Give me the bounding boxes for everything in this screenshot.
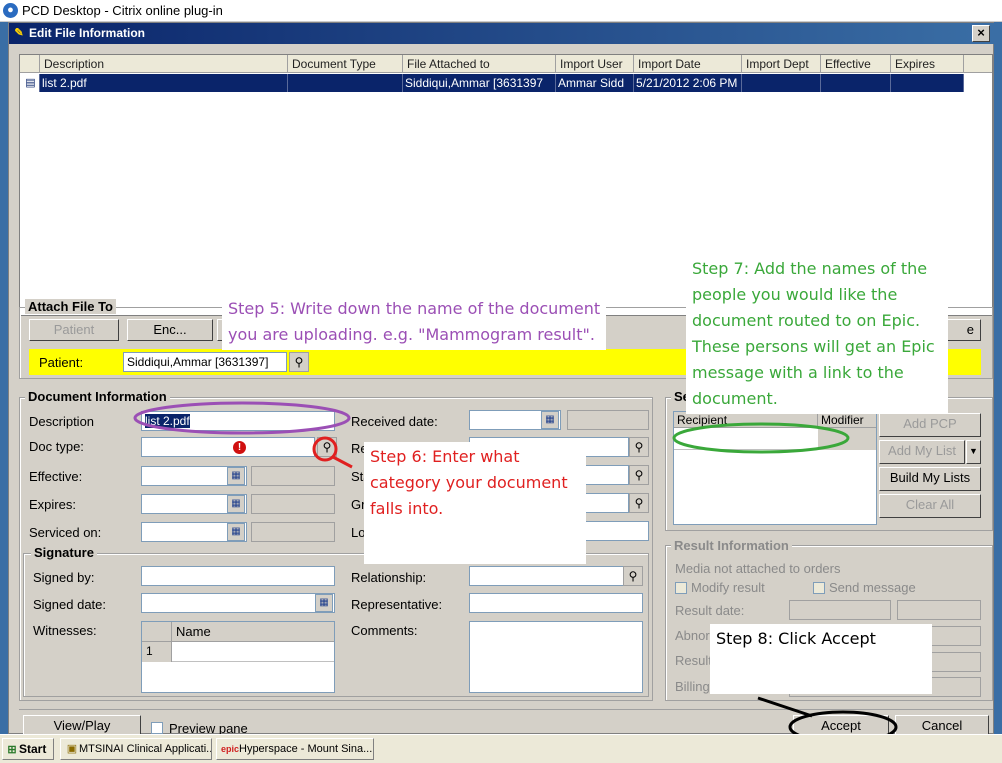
doc-type-search-highlight-circle — [312, 436, 338, 462]
taskbar-item-hyperspace[interactable]: epicHyperspace - Mount Sina... — [216, 738, 374, 760]
taskbar: ⊞ Start ▣ MTSINAI Clinical Applicati... ep… — [0, 734, 1002, 763]
start-button[interactable]: ⊞ Start — [2, 738, 54, 760]
annotation-shapes — [133, 401, 898, 744]
app-icon: ▣ — [66, 743, 78, 755]
doc-type-search-pointer — [332, 455, 353, 469]
windows-logo-icon: ⊞ — [7, 744, 17, 756]
taskbar-item-label: MTSINAI Clinical Applicati... — [79, 743, 212, 755]
start-label: Start — [19, 742, 47, 756]
taskbar-item-label: Hyperspace - Mount Sina... — [239, 743, 373, 755]
taskbar-item-mtsinai[interactable]: ▣ MTSINAI Clinical Applicati... — [60, 738, 212, 760]
description-highlight-ellipse — [133, 401, 351, 435]
recipient-highlight-ellipse — [672, 422, 850, 454]
accept-pointer-line — [757, 696, 813, 718]
epic-icon: epic — [221, 744, 240, 754]
